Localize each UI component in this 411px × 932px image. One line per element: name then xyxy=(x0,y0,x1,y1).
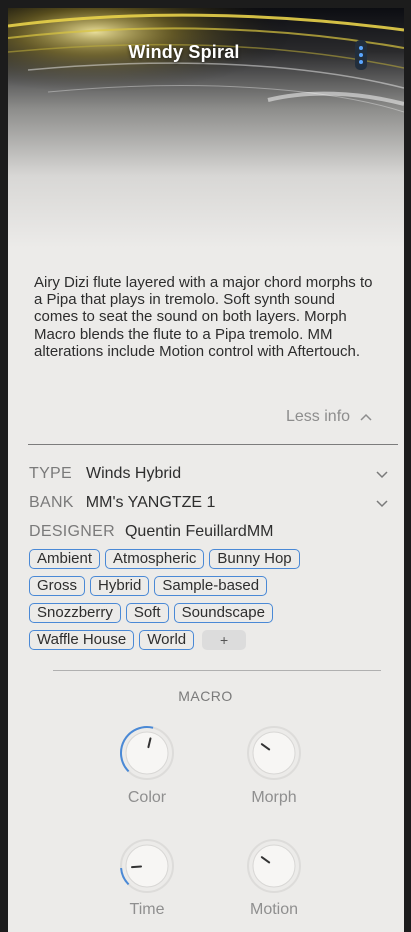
tag[interactable]: Soundscape xyxy=(173,603,273,623)
designer-label: DESIGNER xyxy=(29,523,115,540)
more-options-button[interactable] xyxy=(355,40,367,70)
tag-list: Ambient Atmospheric Bunny Hop Gross Hybr… xyxy=(29,549,389,657)
preset-info-panel: Windy Spiral Airy Dizi flute layered wit… xyxy=(8,8,404,932)
bank-value: MM's YANGTZE 1 xyxy=(85,494,216,511)
designer-row: DESIGNER Quentin FeuillardMM xyxy=(29,523,273,541)
app-frame: Windy Spiral Airy Dizi flute layered wit… xyxy=(0,0,411,932)
less-info-toggle[interactable]: Less info xyxy=(286,408,372,426)
time-label: Time xyxy=(129,901,165,918)
tag[interactable]: Sample-based xyxy=(154,576,268,596)
chevron-down-icon[interactable] xyxy=(376,471,388,479)
knob-indicator xyxy=(131,865,143,869)
preset-title: Windy Spiral xyxy=(128,42,240,62)
type-label: TYPE xyxy=(29,465,72,482)
tag[interactable]: Snozzberry xyxy=(29,603,121,623)
time-knob[interactable] xyxy=(117,836,177,896)
dot xyxy=(359,60,363,64)
color-label: Color xyxy=(127,789,167,806)
preset-description: Airy Dizi flute layered with a major cho… xyxy=(34,274,373,360)
tag[interactable]: Hybrid xyxy=(90,576,150,596)
bank-label: BANK xyxy=(29,494,74,511)
tag[interactable]: Waffle House xyxy=(29,630,135,650)
add-tag-button[interactable]: + xyxy=(202,630,247,650)
type-row[interactable]: TYPE Winds Hybrid xyxy=(29,465,181,483)
motion-knob[interactable] xyxy=(244,836,304,896)
tag[interactable]: Ambient xyxy=(29,549,101,569)
morph-label: Morph xyxy=(251,789,297,806)
bank-row[interactable]: BANK MM's YANGTZE 1 xyxy=(29,494,215,512)
designer-value: Quentin FeuillardMM xyxy=(124,523,274,540)
tag[interactable]: World xyxy=(139,630,195,650)
motion-label: Motion xyxy=(249,901,299,918)
tag[interactable]: Bunny Hop xyxy=(209,549,300,569)
chevron-up-icon xyxy=(360,413,372,421)
divider xyxy=(53,670,381,671)
divider xyxy=(28,444,398,445)
vertical-dots-icon xyxy=(359,46,363,50)
less-info-label: Less info xyxy=(286,408,351,425)
tag[interactable]: Atmospheric xyxy=(105,549,205,569)
chevron-down-icon[interactable] xyxy=(376,500,388,508)
dot xyxy=(359,53,363,57)
tag[interactable]: Gross xyxy=(29,576,86,596)
type-value: Winds Hybrid xyxy=(86,465,182,482)
color-knob[interactable] xyxy=(117,723,177,783)
macro-title: MACRO xyxy=(178,688,233,704)
tag[interactable]: Soft xyxy=(125,603,169,623)
morph-knob[interactable] xyxy=(244,723,304,783)
